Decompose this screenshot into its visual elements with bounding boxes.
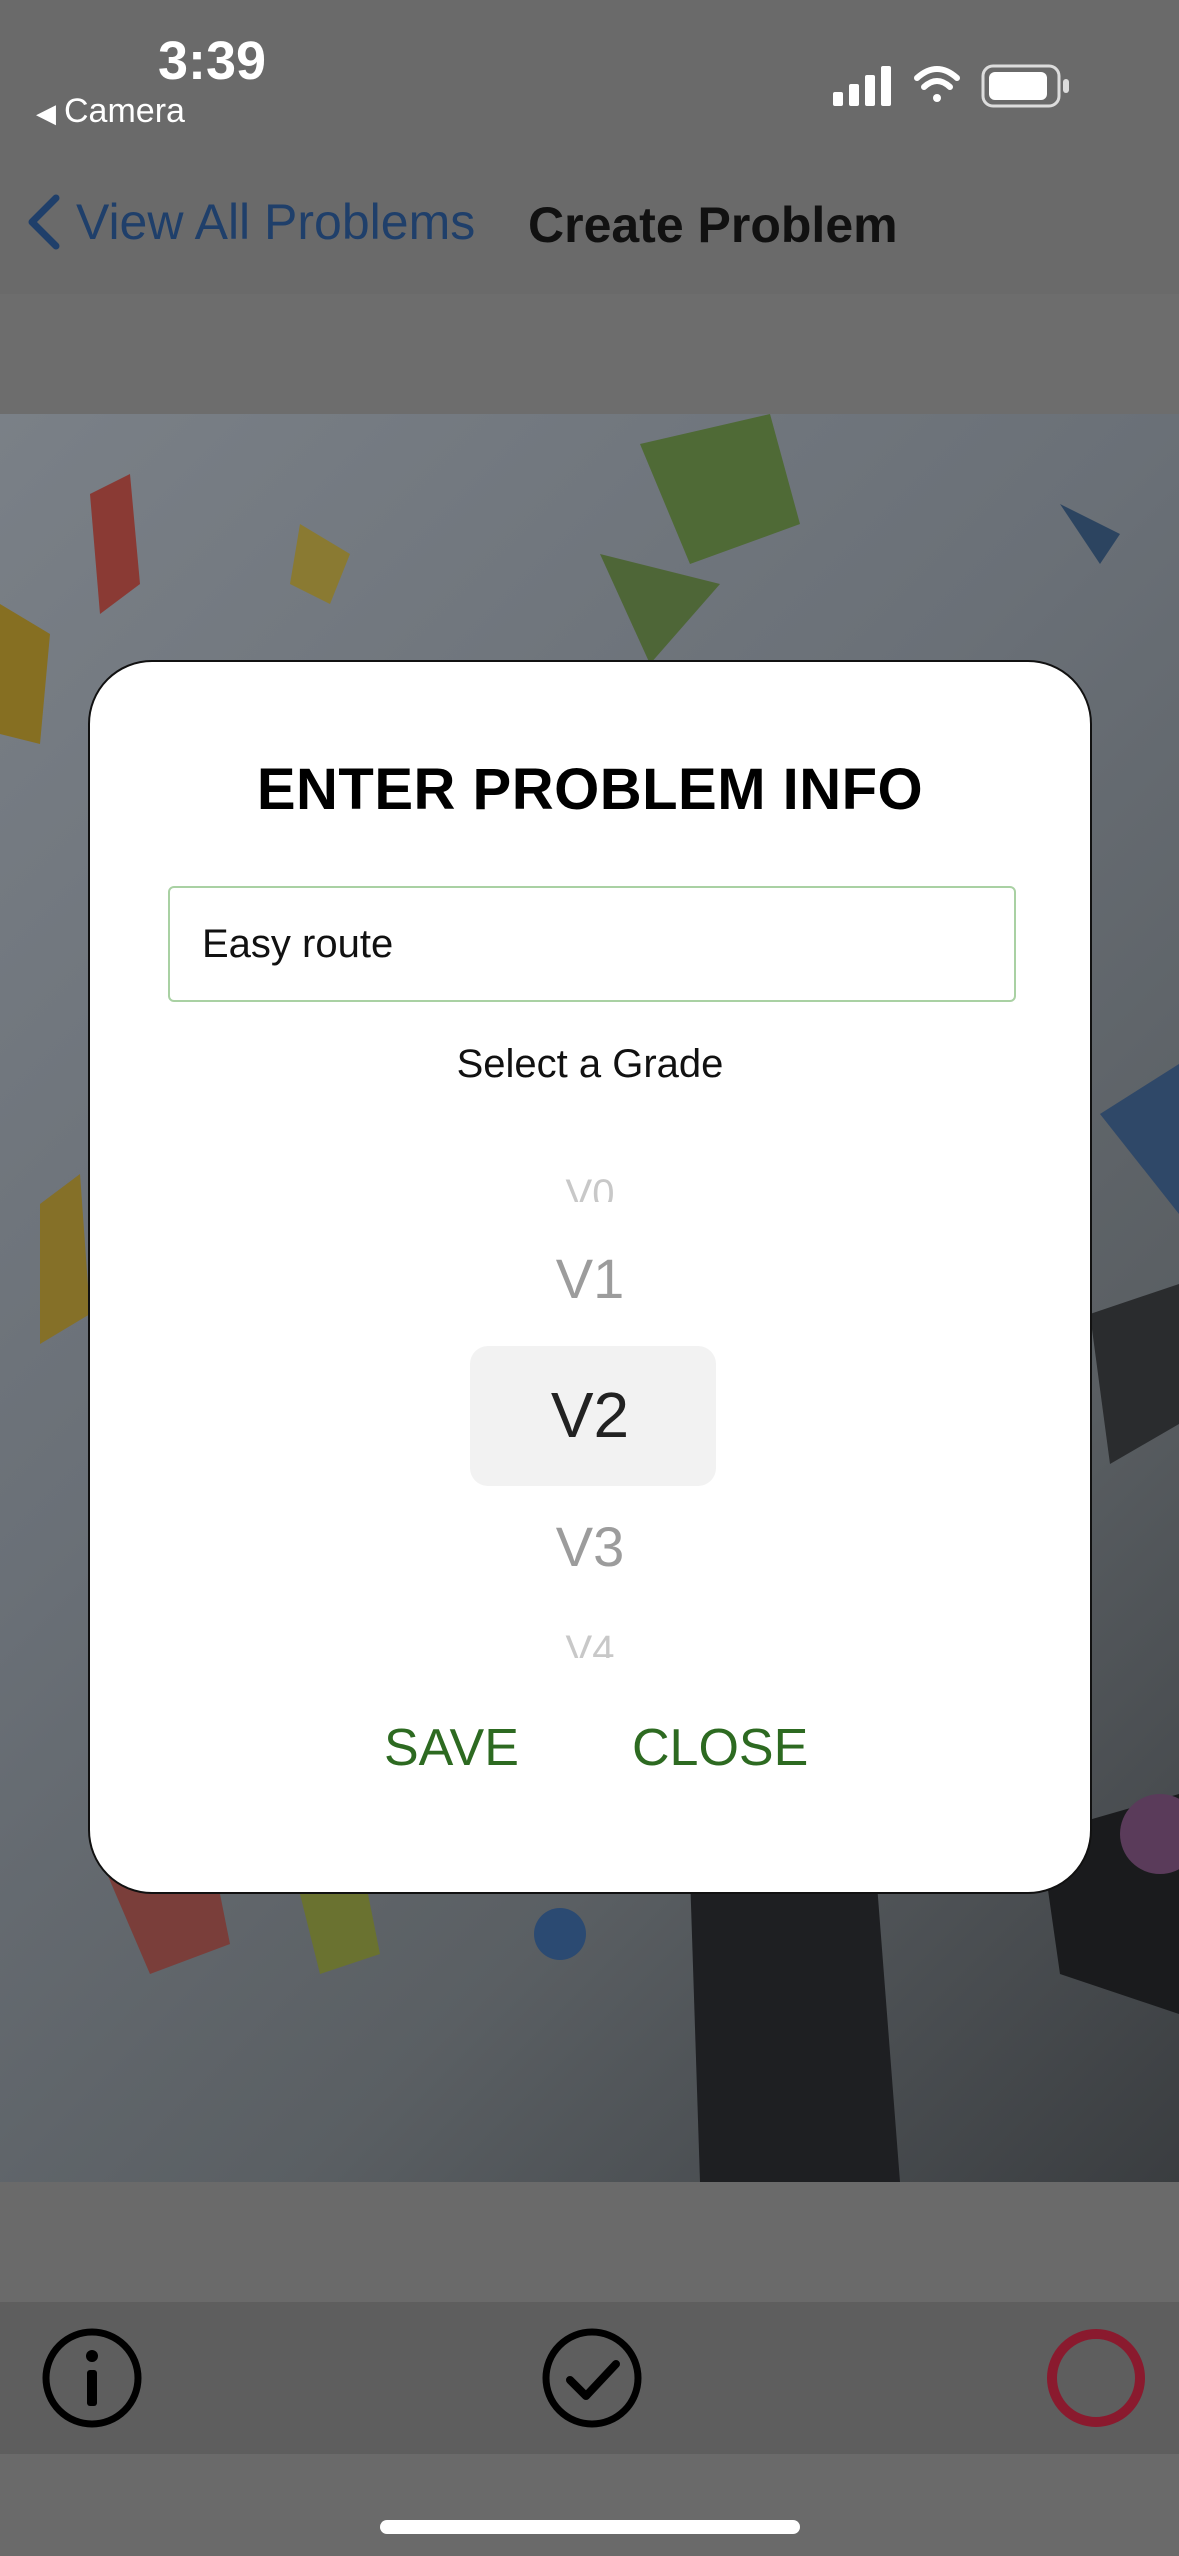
toolbar-strip <box>0 294 1179 414</box>
problem-name-input[interactable] <box>168 886 1016 1002</box>
back-button[interactable]: View All Problems <box>22 192 475 252</box>
grade-option-v4[interactable]: V4 <box>90 1628 1090 1658</box>
back-to-camera-link[interactable]: ◀ Camera <box>36 92 185 131</box>
page-title: Create Problem <box>528 197 898 253</box>
dialog-title: ENTER PROBLEM INFO <box>256 757 924 822</box>
info-icon[interactable] <box>40 2326 144 2430</box>
chevron-left-icon <box>28 194 60 250</box>
status-bar: 3:39 ◀ Camera <box>0 0 1179 140</box>
wifi-icon <box>914 66 960 102</box>
grade-option-v3[interactable]: V3 <box>90 1514 1090 1579</box>
clock-time: 3:39 <box>158 31 267 91</box>
battery-icon <box>981 64 1069 108</box>
checkmark-circle-icon[interactable] <box>540 2326 644 2430</box>
system-status-icons <box>833 64 1069 108</box>
navigation-bar: View All Problems Create Problem <box>0 140 1179 295</box>
problem-info-dialog: ENTER PROBLEM INFO Select a Grade V0 V1 … <box>88 660 1092 1894</box>
cellular-signal-icon <box>833 66 891 106</box>
grade-label: Select a Grade <box>456 1042 724 1086</box>
grade-option-v0[interactable]: V0 <box>90 1172 1090 1202</box>
back-app-label: Camera <box>64 92 185 130</box>
below-photo-area <box>0 2182 1179 2302</box>
save-button[interactable]: SAVE <box>384 1718 519 1778</box>
grade-option-selected[interactable]: V2 <box>90 1378 1090 1452</box>
back-button-label: View All Problems <box>76 194 476 250</box>
record-ring-icon[interactable] <box>1044 2326 1148 2430</box>
home-indicator <box>380 2520 800 2534</box>
back-triangle-icon: ◀ <box>36 98 56 128</box>
grade-option-v1[interactable]: V1 <box>90 1246 1090 1311</box>
close-button[interactable]: CLOSE <box>632 1718 808 1778</box>
